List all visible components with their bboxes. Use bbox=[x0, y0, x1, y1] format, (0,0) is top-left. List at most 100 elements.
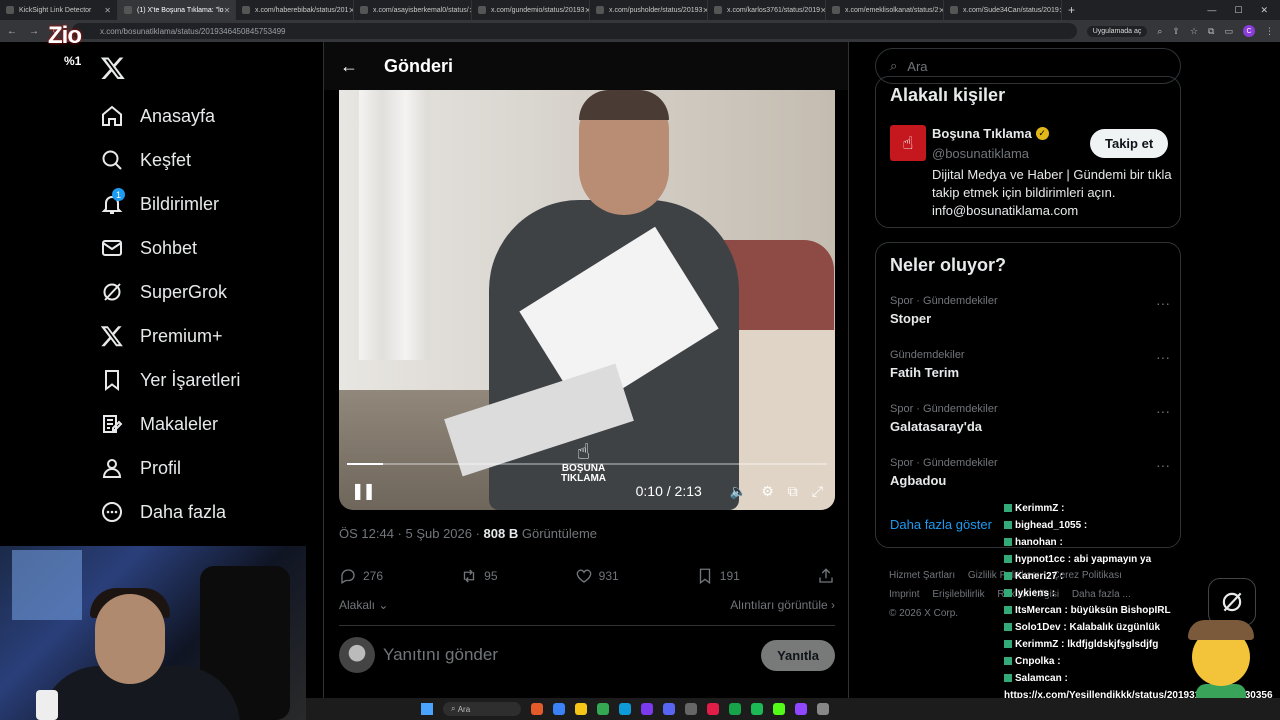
taskbar-search[interactable]: ⌕ Ara bbox=[443, 702, 521, 716]
app-icon[interactable] bbox=[795, 703, 807, 715]
app-icon[interactable] bbox=[707, 703, 719, 715]
sidebar-item-chat[interactable]: Sohbet bbox=[96, 226, 316, 270]
follow-button[interactable]: Takip et bbox=[1090, 129, 1169, 158]
more-options-icon[interactable]: ··· bbox=[1156, 349, 1170, 365]
chat-username[interactable]: ItsMercan : bbox=[1015, 605, 1071, 616]
sidebar-item-bookmarks[interactable]: Yer İşaretleri bbox=[96, 358, 316, 402]
browser-tab[interactable]: KickSight Link Detector ✕ bbox=[0, 0, 118, 20]
more-options-icon[interactable]: ··· bbox=[1156, 295, 1170, 311]
app-icon[interactable] bbox=[531, 703, 543, 715]
browser-tab[interactable]: x.com/haberebibak/status/201✕ bbox=[236, 0, 354, 20]
video-time: 0:10 / 2:13 bbox=[635, 483, 702, 499]
sidebar-item-articles[interactable]: Makaleler bbox=[96, 402, 316, 446]
footer-link[interactable]: Imprint bbox=[889, 589, 920, 600]
trend-item[interactable]: Spor · Gündemdekiler Galatasaray'da ··· bbox=[890, 403, 1170, 434]
browser-tab[interactable]: x.com/asayisberkemal0/status/✕ bbox=[354, 0, 472, 20]
kick-icon[interactable] bbox=[773, 703, 785, 715]
back-icon[interactable]: ← bbox=[6, 26, 18, 37]
account-handle[interactable]: @bosunatiklama bbox=[932, 146, 1029, 161]
volume-icon[interactable]: 🔈 bbox=[730, 483, 747, 500]
browser-tab-active[interactable]: (1) X'te Boşuna Tıklama: "lo ✕ bbox=[118, 0, 236, 20]
repost-button[interactable]: 95 bbox=[460, 567, 498, 585]
menu-icon[interactable]: ⋮ bbox=[1265, 26, 1274, 37]
chat-username[interactable]: KerimmZ : bbox=[1015, 639, 1067, 650]
sidepanel-icon[interactable]: ▭ bbox=[1224, 26, 1233, 37]
back-arrow-icon[interactable]: ← bbox=[340, 56, 358, 77]
app-icon[interactable] bbox=[575, 703, 587, 715]
avatar[interactable] bbox=[339, 637, 375, 673]
zoom-icon[interactable]: ⌕ bbox=[1157, 26, 1162, 37]
app-icon[interactable] bbox=[619, 703, 631, 715]
sidebar-item-notifications[interactable]: 1 Bildirimler bbox=[96, 182, 316, 226]
close-tab-icon[interactable]: ✕ bbox=[104, 6, 111, 15]
app-icon[interactable] bbox=[553, 703, 565, 715]
chat-username[interactable]: hanohan : bbox=[1015, 537, 1063, 548]
chat-username[interactable]: Cnpolka : bbox=[1015, 656, 1061, 667]
reply-input[interactable]: Yanıtını gönder bbox=[383, 645, 498, 665]
chat-username[interactable]: Salamcan : bbox=[1015, 673, 1068, 684]
browser-tab[interactable]: x.com/gundemio/status/20193✕ bbox=[472, 0, 590, 20]
share-button[interactable] bbox=[817, 567, 835, 585]
trend-item[interactable]: Spor · Gündemdekiler Stoper ··· bbox=[890, 295, 1170, 326]
app-icon[interactable] bbox=[641, 703, 653, 715]
trend-item[interactable]: Gündemdekiler Fatih Terim ··· bbox=[890, 349, 1170, 380]
fullscreen-icon[interactable]: ⤢ bbox=[812, 483, 823, 500]
relevance-dropdown[interactable]: Alakalı ⌄ bbox=[339, 598, 388, 612]
x-logo-icon[interactable] bbox=[96, 48, 316, 88]
maximize-icon[interactable]: ☐ bbox=[1234, 5, 1242, 16]
sidebar-item-profile[interactable]: Profil bbox=[96, 446, 316, 490]
favicon-icon bbox=[360, 6, 368, 14]
sidebar-item-supergrok[interactable]: SuperGrok bbox=[96, 270, 316, 314]
chat-username[interactable]: Kaneri27 : bbox=[1015, 571, 1063, 582]
account-name[interactable]: Boşuna Tıklama ✓ bbox=[932, 126, 1049, 141]
browser-tab[interactable]: x.com/karlos3761/status/2019✕ bbox=[708, 0, 826, 20]
footer-link[interactable]: Hizmet Şartları bbox=[889, 570, 955, 581]
view-quotes-link[interactable]: Alıntıları görüntüle › bbox=[730, 598, 835, 612]
close-window-icon[interactable]: ✕ bbox=[1260, 5, 1268, 16]
settings-icon[interactable]: ⚙ bbox=[761, 483, 774, 500]
url-field[interactable]: x.com/bosunatiklama/status/2019346450845… bbox=[72, 23, 1077, 39]
browser-tab[interactable]: x.com/pusholder/status/20193✕ bbox=[590, 0, 708, 20]
app-icon[interactable] bbox=[817, 703, 829, 715]
reply-submit-button[interactable]: Yanıtla bbox=[761, 639, 835, 671]
star-icon[interactable]: ☆ bbox=[1190, 26, 1198, 37]
bookmark-button[interactable]: 191 bbox=[696, 567, 740, 585]
chat-username[interactable]: hypnot1cc : bbox=[1015, 554, 1074, 565]
browser-tab[interactable]: x.com/Sude34Can/status/2019✕ bbox=[944, 0, 1062, 20]
discord-icon[interactable] bbox=[663, 703, 675, 715]
chat-username[interactable]: lykiens : bbox=[1015, 588, 1055, 599]
minimize-icon[interactable]: — bbox=[1207, 5, 1216, 16]
video-player[interactable]: ☝ BOŞUNA TIKLAMA ❚❚ 0:10 / 2:13 🔈 ⚙ ⧉ ⤢ bbox=[339, 90, 835, 510]
reply-button[interactable]: 276 bbox=[339, 567, 383, 585]
pip-icon[interactable]: ⧉ bbox=[788, 483, 798, 500]
profile-avatar[interactable]: C bbox=[1243, 25, 1255, 37]
more-options-icon[interactable]: ··· bbox=[1156, 457, 1170, 473]
sidebar-item-explore[interactable]: Keşfet bbox=[96, 138, 316, 182]
sidebar-item-home[interactable]: Anasayfa bbox=[96, 94, 316, 138]
windows-start-icon[interactable] bbox=[421, 703, 433, 715]
app-icon[interactable] bbox=[729, 703, 741, 715]
pause-icon[interactable]: ❚❚ bbox=[351, 481, 376, 501]
open-in-app-button[interactable]: Uygulamada aç bbox=[1086, 25, 1148, 37]
chat-username[interactable]: KerimmZ : bbox=[1015, 503, 1064, 514]
browser-tab[interactable]: x.com/emeklisolkanat/status/2✕ bbox=[826, 0, 944, 20]
extensions-icon[interactable]: ⧉ bbox=[1208, 26, 1214, 37]
chrome-icon[interactable] bbox=[597, 703, 609, 715]
close-tab-icon[interactable]: ✕ bbox=[224, 6, 231, 15]
more-options-icon[interactable]: ··· bbox=[1156, 403, 1170, 419]
chat-username[interactable]: bighead_1055 : bbox=[1015, 520, 1087, 531]
forward-icon[interactable]: → bbox=[28, 26, 40, 37]
like-button[interactable]: 931 bbox=[575, 567, 619, 585]
new-tab-icon[interactable]: + bbox=[1062, 3, 1081, 17]
trend-item[interactable]: Spor · Gündemdekiler Agbadou ··· bbox=[890, 457, 1170, 488]
app-icon[interactable] bbox=[685, 703, 697, 715]
video-progress-bar[interactable] bbox=[347, 463, 827, 465]
sidebar-item-premium[interactable]: Premium+ bbox=[96, 314, 316, 358]
footer-link[interactable]: Erişilebilirlik bbox=[932, 589, 984, 600]
share-icon[interactable]: ⇪ bbox=[1172, 26, 1180, 37]
sidebar-item-more[interactable]: Daha fazla bbox=[96, 490, 316, 534]
spotify-icon[interactable] bbox=[751, 703, 763, 715]
avatar[interactable]: ☝ bbox=[890, 125, 926, 161]
show-more-link[interactable]: Daha fazla göster bbox=[890, 517, 992, 532]
chat-username[interactable]: Solo1Dev : bbox=[1015, 622, 1069, 633]
